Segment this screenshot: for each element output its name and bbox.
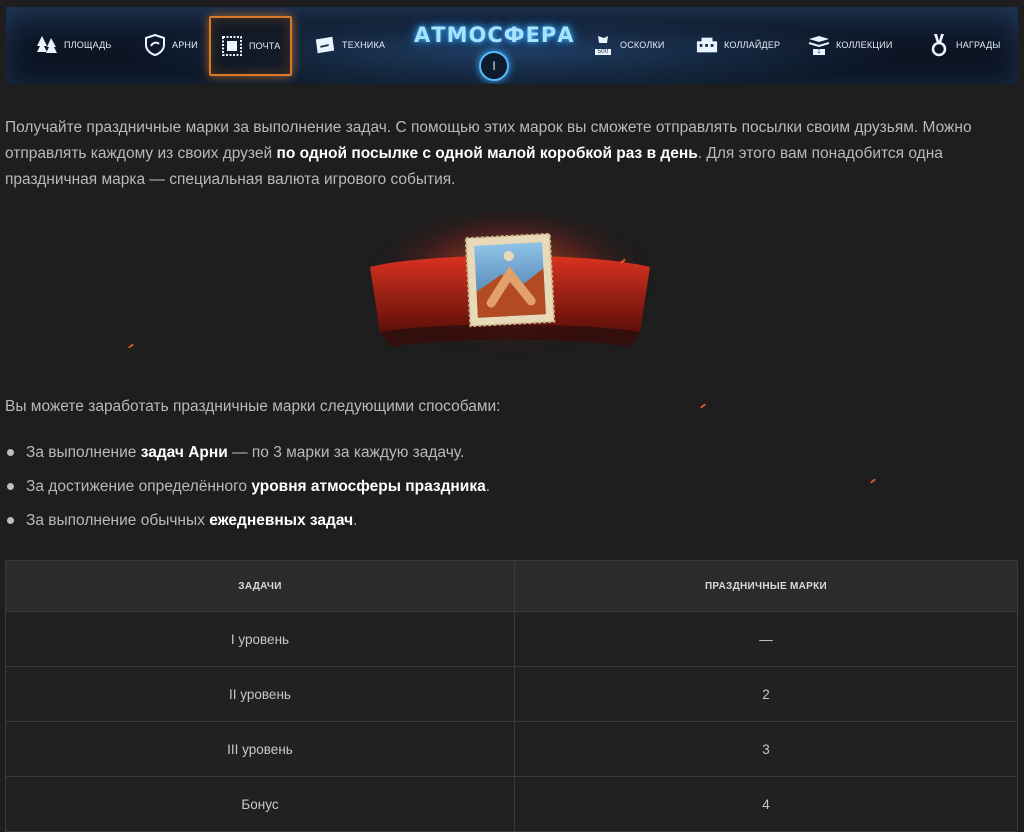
list-item: За выполнение обычных ежедневных задач.	[5, 510, 490, 544]
nav-item-arni[interactable]: Арни	[144, 19, 198, 71]
table-header-row: Задачи Праздничные марки	[5, 560, 1018, 612]
table-row: Бонус 4	[5, 776, 1018, 832]
list-item-text: .	[485, 478, 491, 495]
table-cell-stamps: 2	[514, 666, 1018, 722]
nav-item-label: Коллекции	[836, 40, 893, 50]
intro-paragraph: Получайте праздничные марки за выполнени…	[5, 115, 1017, 193]
table-cell-task: III уровень	[5, 721, 515, 777]
table-row: I уровень —	[5, 611, 1018, 667]
list-item: За достижение определённого уровня атмос…	[5, 476, 490, 510]
shards-count: 500	[594, 49, 612, 55]
ways-heading: Вы можете заработать праздничные марки с…	[5, 398, 501, 415]
shield-icon	[144, 34, 166, 56]
intro-highlight: по одной посылке с одной малой коробкой …	[276, 145, 698, 162]
column-header-stamps: Праздничные марки	[514, 560, 1018, 612]
table-cell-task: II уровень	[5, 666, 515, 722]
list-item: За выполнение задач Арни — по 3 марки за…	[5, 442, 490, 476]
spark-decoration	[869, 478, 877, 484]
event-logo[interactable]: АТМОСФЕРА I	[414, 13, 575, 81]
nav-item-vehicles[interactable]: Техника	[314, 19, 385, 71]
column-header-tasks: Задачи	[5, 560, 515, 612]
spark-decoration	[699, 403, 707, 409]
shards-icon: 500	[592, 34, 614, 56]
collection-icon: 1	[808, 34, 830, 56]
list-item-text: .	[353, 512, 358, 529]
nav-item-collider[interactable]: Коллайдер	[696, 19, 780, 71]
table-cell-task: Бонус	[5, 776, 515, 832]
spark-decoration	[127, 343, 135, 349]
event-nav-bar: Площадь Арни Почта Техника АТМОСФЕРА I 5…	[6, 7, 1018, 84]
nav-item-label: Площадь	[64, 40, 112, 50]
nav-item-rewards[interactable]: Награды	[928, 19, 1001, 71]
table-row: III уровень 3	[5, 721, 1018, 777]
bullet-icon	[7, 517, 14, 524]
table-cell-stamps: —	[514, 611, 1018, 667]
collider-icon	[696, 34, 718, 56]
trees-icon	[36, 34, 58, 56]
nav-item-square[interactable]: Площадь	[36, 19, 112, 71]
list-item-highlight: ежедневных задач	[209, 512, 354, 529]
nav-item-collections[interactable]: 1 Коллекции	[808, 19, 893, 71]
nav-item-label: Осколки	[620, 40, 665, 50]
stamp-icon	[221, 35, 243, 57]
list-item-text: За выполнение	[26, 444, 141, 461]
nav-item-label: Почта	[249, 41, 281, 51]
atmosphere-level-badge: I	[479, 51, 509, 81]
list-item-text: За достижение определённого	[26, 478, 252, 495]
nav-item-label: Арни	[172, 40, 198, 50]
tank-card-icon	[314, 34, 336, 56]
holiday-stamp-illustration	[360, 207, 660, 372]
nav-item-mail[interactable]: Почта	[209, 16, 293, 76]
bullet-icon	[7, 483, 14, 490]
event-logo-title: АТМОСФЕРА	[414, 23, 575, 47]
nav-item-shards[interactable]: 500 Осколки	[592, 19, 665, 71]
nav-item-label: Техника	[342, 40, 386, 50]
table-row: II уровень 2	[5, 666, 1018, 722]
nav-item-label: Награды	[956, 40, 1001, 50]
medal-icon	[928, 34, 950, 57]
list-item-text: За выполнение обычных	[26, 512, 210, 529]
list-item-highlight: задач Арни	[140, 444, 228, 461]
ways-list: За выполнение задач Арни — по 3 марки за…	[5, 442, 490, 544]
table-cell-stamps: 3	[514, 721, 1018, 777]
nav-item-label: Коллайдер	[724, 40, 781, 50]
collections-count: 1	[813, 49, 825, 55]
list-item-highlight: уровня атмосферы праздника	[251, 478, 486, 495]
table-cell-task: I уровень	[5, 611, 515, 667]
table-cell-stamps: 4	[514, 776, 1018, 832]
bullet-icon	[7, 449, 14, 456]
stamps-table: Задачи Праздничные марки I уровень — II …	[5, 560, 1018, 832]
list-item-text: — по 3 марки за каждую задачу.	[227, 444, 465, 461]
